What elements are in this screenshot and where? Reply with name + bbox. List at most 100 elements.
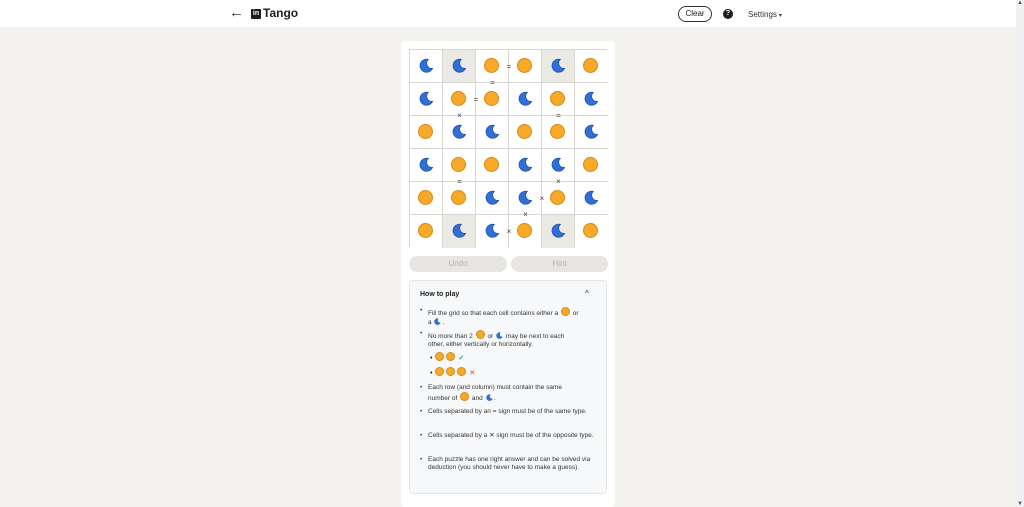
opposite-constraint: × [539,193,545,203]
sun-icon [475,330,485,339]
sun-icon [451,91,466,106]
how-to-play-title: How to play [420,291,460,298]
equal-constraint: = [556,111,561,120]
sun-icon [435,367,445,376]
sun-icon [457,367,467,376]
moon-icon [518,190,533,205]
equal-constraint: = [506,61,512,71]
grid-cell[interactable] [575,215,608,248]
grid-cell[interactable] [443,50,476,83]
sun-icon [451,190,466,205]
equal-constraint: = [457,177,462,186]
sun-icon [517,58,532,73]
moon-icon [584,124,599,139]
grid-cell[interactable] [542,215,575,248]
sun-icon [435,352,445,361]
grid-cell[interactable] [575,182,608,215]
sun-icon [583,157,598,172]
sun-icon [550,91,565,106]
sun-icon [517,124,532,139]
check-icon: ✓ [458,355,465,362]
grid-cell[interactable] [410,215,443,248]
scroll-up-icon[interactable]: ▲ [1017,0,1023,6]
sun-icon [451,157,466,172]
grid-cell[interactable] [476,149,509,182]
grid-cell[interactable] [410,50,443,83]
rule-fill-grid: • Fill the grid so that each cell contai… [420,307,579,326]
sun-icon [418,124,433,139]
opposite-constraint: × [523,210,528,219]
linkedin-logo-icon: in [251,9,261,19]
moon-icon [419,91,434,106]
equal-constraint: = [473,94,479,104]
moon-icon [485,223,500,238]
grid-cell[interactable] [575,83,608,116]
moon-icon [419,58,434,73]
grid-cell[interactable] [476,116,509,149]
moon-icon [419,157,434,172]
grid-cell[interactable] [509,149,542,182]
rule-equal-sign: • Cells separated by an = sign must be o… [420,408,587,415]
moon-icon [551,157,566,172]
opposite-constraint: × [457,111,462,120]
grid-cell[interactable] [443,215,476,248]
chevron-down-icon: ▾ [778,13,782,19]
settings-label: Settings [748,10,777,19]
scrollbar[interactable]: ▲ ▼ [1016,0,1024,507]
moon-icon [485,394,493,401]
rule-equal-count: • Each row (and column) must contain the… [420,384,563,402]
top-bar: ← in Tango Clear ? Settings ▾ [0,0,1016,27]
moon-icon [584,190,599,205]
moon-icon [485,124,500,139]
sun-icon [484,58,499,73]
undo-button[interactable]: Undo [409,256,507,272]
opposite-constraint: × [556,177,561,186]
example-invalid: • ✕ [430,367,475,378]
sun-icon [418,223,433,238]
example-valid: • ✓ [430,352,464,363]
moon-icon [584,91,599,106]
grid-cell[interactable] [575,50,608,83]
help-icon[interactable]: ? [723,9,733,19]
sun-icon [446,352,456,361]
rule-cross-sign: • Cells separated by a ✕ sign must be of… [420,432,594,439]
grid-cell[interactable] [509,116,542,149]
opposite-constraint: × [506,226,512,236]
grid-cell[interactable] [575,149,608,182]
clear-button[interactable]: Clear [678,6,712,22]
grid-cell[interactable] [575,116,608,149]
moon-icon [551,223,566,238]
sun-icon [484,91,499,106]
grid-cell[interactable] [476,182,509,215]
grid-cell[interactable] [509,83,542,116]
sun-icon [550,124,565,139]
grid-cell[interactable] [410,116,443,149]
sun-icon [550,190,565,205]
sun-icon [460,392,470,401]
sun-icon [484,157,499,172]
grid-cell[interactable] [542,50,575,83]
grid-cell[interactable] [410,149,443,182]
moon-icon [452,223,467,238]
back-arrow-icon[interactable]: ← [229,5,244,21]
scroll-down-icon[interactable]: ▼ [1017,501,1023,507]
equal-constraint: = [490,78,495,87]
cross-icon: ✕ [489,432,495,439]
sun-icon [560,307,570,316]
moon-icon [452,124,467,139]
sun-icon [583,223,598,238]
grid-cell[interactable] [410,83,443,116]
moon-icon [496,332,503,339]
moon-icon [518,91,533,106]
moon-icon [485,190,500,205]
hint-button[interactable]: Hint [511,256,608,272]
grid-cell[interactable] [410,182,443,215]
moon-icon [518,157,533,172]
game-title: Tango [263,6,299,20]
moon-icon [434,318,442,325]
sun-icon [583,58,598,73]
rule-one-answer: • Each puzzle has one right answer and c… [420,456,591,471]
settings-menu[interactable]: Settings ▾ [748,10,782,19]
sun-icon [446,367,456,376]
chevron-up-icon[interactable]: ^ [585,289,589,298]
